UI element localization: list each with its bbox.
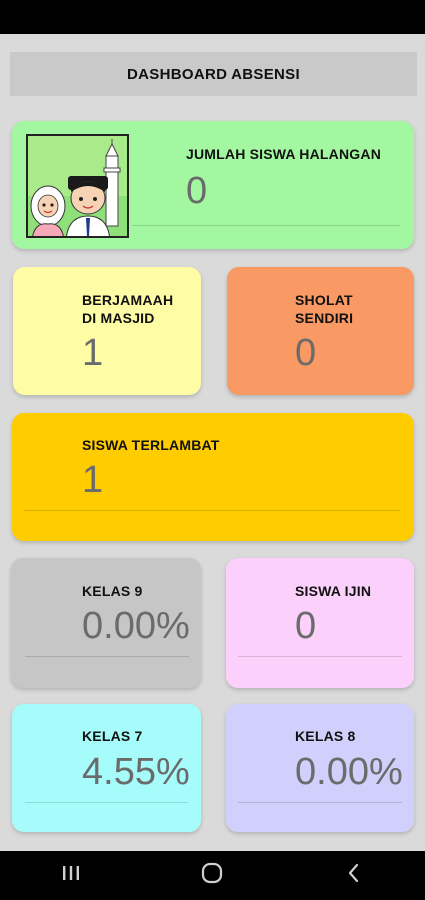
students-illustration [26, 134, 129, 238]
card-halangan-label: JUMLAH SISWA HALANGAN [186, 146, 382, 162]
back-icon [344, 862, 364, 889]
card-kelas9-divider [25, 656, 189, 657]
card-terlambat-value: 1 [82, 459, 104, 501]
recents-button[interactable] [41, 856, 101, 896]
card-halangan-divider [132, 225, 400, 226]
recents-icon [60, 864, 82, 887]
card-halangan[interactable]: JUMLAH SISWA HALANGAN 0 [12, 121, 414, 249]
card-sholat-sendiri[interactable]: SHOLAT SENDIRI 0 [227, 267, 414, 395]
card-kelas-9[interactable]: KELAS 9 0.00% [11, 558, 201, 688]
card-berjamaah-value: 1 [82, 332, 104, 374]
card-terlambat-label: SISWA TERLAMBAT [82, 437, 220, 453]
card-kelas7-divider [25, 802, 188, 803]
card-terlambat[interactable]: SISWA TERLAMBAT 1 [12, 413, 414, 541]
card-kelas8-label: KELAS 8 [295, 728, 356, 744]
card-kelas9-value: 0.00% [82, 605, 190, 647]
card-kelas8-divider [238, 802, 402, 803]
card-berjamaah[interactable]: BERJAMAAH DI MASJID 1 [13, 267, 201, 395]
app-screen: DASHBOARD ABSENSI JUMLAH SISWA HALANGAN … [0, 34, 425, 851]
card-kelas-8[interactable]: KELAS 8 0.00% [226, 704, 414, 832]
back-button[interactable] [324, 856, 384, 896]
home-button[interactable] [182, 856, 242, 896]
card-terlambat-divider [24, 510, 400, 511]
card-sendiri-label: SHOLAT SENDIRI [295, 292, 354, 326]
card-halangan-value: 0 [186, 170, 208, 212]
card-kelas8-value: 0.00% [295, 751, 403, 793]
card-siswa-ijin[interactable]: SISWA IJIN 0 [226, 558, 414, 688]
system-nav-bar [0, 851, 425, 900]
status-bar [0, 0, 425, 34]
card-sendiri-value: 0 [295, 332, 317, 374]
card-kelas-7[interactable]: KELAS 7 4.55% [12, 704, 201, 832]
card-berjamaah-label: BERJAMAAH DI MASJID [82, 292, 174, 326]
card-ijin-divider [238, 656, 402, 657]
card-ijin-label: SISWA IJIN [295, 583, 372, 599]
card-kelas9-label: KELAS 9 [82, 583, 143, 599]
page-title: DASHBOARD ABSENSI [10, 52, 417, 96]
card-kelas7-label: KELAS 7 [82, 728, 143, 744]
card-ijin-value: 0 [295, 605, 317, 647]
card-kelas7-value: 4.55% [82, 751, 190, 793]
home-icon [200, 861, 224, 890]
